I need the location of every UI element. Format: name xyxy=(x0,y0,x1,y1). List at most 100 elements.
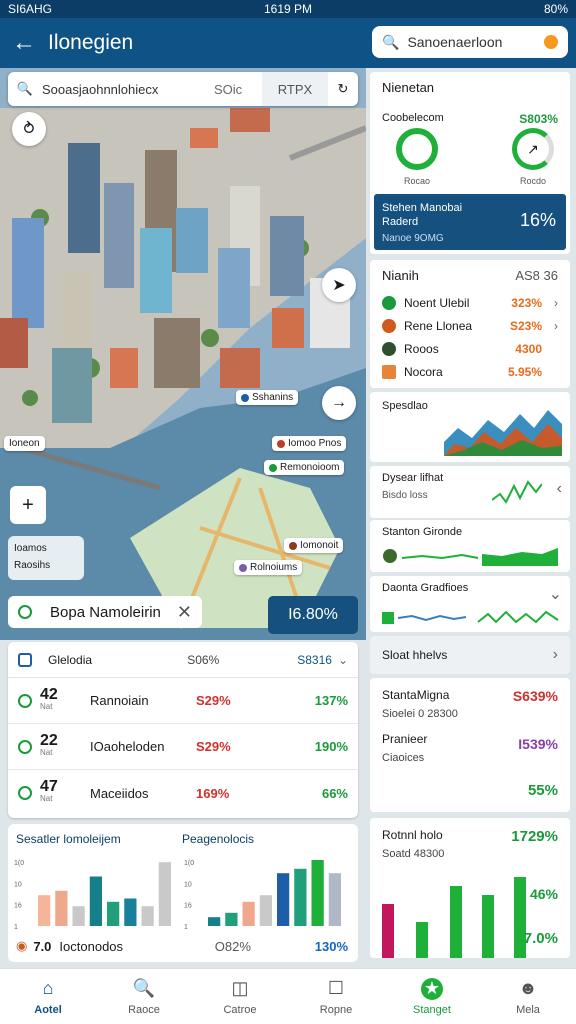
donut-gauge-a xyxy=(396,128,438,170)
back-arrow-icon[interactable]: ← xyxy=(0,29,48,57)
nav-label: Mela xyxy=(516,1003,540,1016)
rank-item-value: 4300 xyxy=(515,341,542,356)
carrier-label: SI6AHG xyxy=(8,2,53,16)
nav-home[interactable]: ⌂ Aotel xyxy=(0,969,96,1024)
profile-icon: ☻ xyxy=(518,978,538,998)
close-icon[interactable]: ✕ xyxy=(177,602,192,623)
chart-bar xyxy=(382,904,394,958)
banner-sub: Nanoe 9OMG xyxy=(382,233,444,244)
map-pin[interactable]: Rolnoiums xyxy=(234,560,303,575)
chart-bar xyxy=(225,912,238,926)
map-view[interactable]: 🔍 Sooasjaohnnlohiecx SOic RTPX ↻ ⥁ ➤ → +… xyxy=(0,68,366,640)
y-tick-label: 10 xyxy=(14,881,22,888)
y-tick-label: 1 xyxy=(184,924,188,930)
row-pct-green: 190% xyxy=(314,739,348,754)
metrics-card: StantaMigna S639% Sioelei 0 28300 Pranie… xyxy=(370,678,570,812)
time-label: 1619 PM xyxy=(263,2,313,16)
chart-bar xyxy=(208,917,221,926)
bottom-navigation: ⌂ Aotel 🔍 Raoce ◫ Catroe ☐ Ropne ★ Stanget ☻ M… xyxy=(0,968,576,1024)
y-tick-label: 10 xyxy=(184,881,192,888)
top-search-placeholder: Sanoenaerloon xyxy=(407,34,503,50)
chart-bar xyxy=(55,890,68,926)
refresh-icon[interactable]: ↻ xyxy=(328,81,358,97)
chart-bar xyxy=(89,876,102,926)
list-header[interactable]: Glelodia S06% S8316 ⌄ xyxy=(8,642,358,678)
row-pct-red: 169% xyxy=(196,785,230,801)
footer-status-icon: ◉ xyxy=(16,938,28,953)
nav-bag[interactable]: ◫ Catroe xyxy=(192,969,288,1024)
map-search-input[interactable]: Sooasjaohnnlohiecx xyxy=(42,82,214,97)
row-status-icon xyxy=(18,739,32,754)
trend-sub: Bisdo loss xyxy=(382,490,428,501)
summary-b-label: Rocao xyxy=(404,176,431,186)
row-name: Maceiidos xyxy=(90,785,149,801)
map-pin[interactable]: Remonoioom xyxy=(264,460,345,475)
chart-bar xyxy=(328,873,341,926)
bar-chart-right: 1(0 10 16 1 xyxy=(184,860,341,930)
map-search-bar[interactable]: 🔍 Sooasjaohnnlohiecx SOic RTPX ↻ xyxy=(8,72,358,106)
area-chart-mountains xyxy=(444,410,562,456)
pin-dot-icon xyxy=(277,439,285,448)
locate-arrow-icon[interactable]: ➤ xyxy=(322,268,356,302)
list-item[interactable]: 22 Nat IOaoheloden S29% 190% xyxy=(8,724,358,770)
summary-banner[interactable]: Stehen Manobai Raderd Nanoe 9OMG 16% xyxy=(374,194,566,250)
compass-icon[interactable]: ⥁ xyxy=(12,112,46,146)
chart-bar xyxy=(72,906,85,926)
rank-item-value: 5.95% xyxy=(507,364,542,379)
list-header-code: S8316 xyxy=(297,652,332,667)
chart-bar xyxy=(38,895,51,926)
nav-search[interactable]: 🔍 Raoce xyxy=(96,969,192,1024)
metric-value: I539% xyxy=(518,736,558,752)
metric-sub: Ciaoices xyxy=(382,752,425,764)
trend-card[interactable]: Spesdlao xyxy=(370,392,570,462)
y-tick-label: 1 xyxy=(14,924,18,930)
rank-item[interactable]: Noent Ulebil 323% › xyxy=(370,291,570,314)
row-pct-red: S29% xyxy=(196,739,231,754)
trend-card[interactable]: Dysear lifhat Bisdo loss ‹ xyxy=(370,466,570,518)
trend-card[interactable]: Daonta Gradfioes ⌄ xyxy=(370,576,570,632)
bar-chart-card: Sesatler lomoleijem Peagenolocis 1(0 10 16… xyxy=(8,824,358,962)
sparkline xyxy=(492,480,542,504)
rank-item-name: Nocora xyxy=(404,364,443,379)
list-header-pct: S06% xyxy=(187,652,220,667)
place-sheet[interactable]: Bopa Namoleirin ✕ xyxy=(8,596,202,628)
nav-box[interactable]: ☐ Ropne xyxy=(288,969,384,1024)
map-pin[interactable]: Sshanins xyxy=(236,390,299,405)
chevron-left-icon[interactable]: ‹ xyxy=(557,480,562,498)
list-item[interactable]: 42 Nat Rannoiain S29% 137% xyxy=(8,678,358,724)
list-item[interactable]: 47 Nat Maceiidos 169% 66% xyxy=(8,770,358,816)
rank-item[interactable]: Rooos 4300 xyxy=(370,337,570,360)
y-tick-label: 1(0 xyxy=(184,860,194,867)
map-pin[interactable]: Iomoo Pnos xyxy=(272,436,347,451)
row-name: IOaoheloden xyxy=(90,739,165,754)
top-search-input[interactable]: 🔍 Sanoenaerloon xyxy=(372,26,568,58)
chart-bar xyxy=(416,922,428,958)
legend-item: Raosihs xyxy=(14,560,51,571)
rank-item[interactable]: Nocora 5.95% xyxy=(370,360,570,383)
map-pin[interactable]: Iomonoit xyxy=(284,538,344,553)
pin-dot-icon xyxy=(269,463,277,472)
chart-bar xyxy=(450,886,462,958)
nav-star[interactable]: ★ Stanget xyxy=(384,969,480,1024)
home-icon: ⌂ xyxy=(42,978,54,998)
summary-b-value: Rocdo xyxy=(520,176,547,186)
place-status-icon xyxy=(18,605,32,619)
chevron-down-icon[interactable]: ⌄ xyxy=(338,653,348,667)
rank-item[interactable]: Rene Llonea S23% › xyxy=(370,314,570,337)
nav-profile[interactable]: ☻ Mela xyxy=(480,969,576,1024)
next-arrow-icon[interactable]: → xyxy=(322,386,356,420)
rank-item-icon xyxy=(382,341,396,356)
row-pct-green: 137% xyxy=(314,693,348,708)
zoom-in-button[interactable]: + xyxy=(10,486,46,524)
summary-card: Nienetan Coobelecom S803% ↗ Rocao Rocdo … xyxy=(370,72,570,254)
battery-label: 80% xyxy=(543,2,569,16)
chart-left-title: Sesatler lomoleijem xyxy=(16,832,121,846)
list-header-name: Glelodia xyxy=(48,652,93,667)
map-pin[interactable]: Ioneon xyxy=(4,436,45,451)
bar-label: 7.0% xyxy=(523,930,558,947)
map-filter-chip[interactable]: RTPX xyxy=(262,72,328,106)
solar-row[interactable]: Sloat hhelvs › xyxy=(370,636,570,674)
summary-a-value: S803% xyxy=(519,112,558,126)
trend-card[interactable]: Stanton Gironde xyxy=(370,520,570,572)
chevron-down-icon[interactable]: ⌄ xyxy=(549,584,562,604)
